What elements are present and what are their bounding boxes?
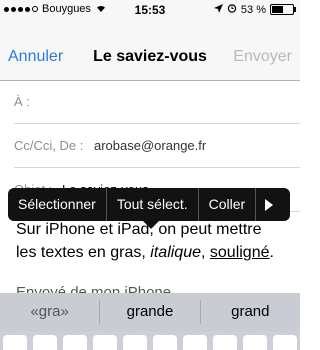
predictive-bar: «gra» grande grand [0, 293, 300, 331]
period: . [269, 244, 274, 261]
keyboard-key[interactable] [93, 335, 117, 350]
body-line-2-prefix: les textes en gras, [16, 244, 151, 261]
select-menu-item[interactable]: Sélectionner [8, 188, 106, 221]
menu-divider [255, 188, 257, 221]
send-button[interactable]: Envoyer [233, 48, 292, 66]
keyboard-key[interactable] [33, 335, 57, 350]
keyboard-key[interactable] [153, 335, 177, 350]
edit-menu-popup: Sélectionner Tout sélect. Coller [8, 188, 290, 221]
keyboard-key[interactable] [213, 335, 237, 350]
to-field[interactable]: À : [14, 80, 300, 124]
location-arrow-icon [213, 3, 223, 16]
keyboard-key[interactable] [63, 335, 87, 350]
popup-tail [143, 221, 159, 229]
keyboard-key[interactable] [183, 335, 207, 350]
comma: , [201, 244, 210, 261]
suggestion-2[interactable]: grande [100, 293, 199, 331]
battery-percent: 53 % [240, 3, 266, 16]
body-line-2: les textes en gras, italique, souligné. [16, 241, 291, 264]
alarm-icon [227, 3, 237, 16]
underlined-word: souligné [209, 244, 270, 261]
suggestion-3[interactable]: grand [201, 293, 300, 331]
to-label: À : [14, 94, 30, 109]
battery-fill [272, 6, 283, 13]
battery-icon [270, 4, 296, 15]
cc-from-label: Cc/Cci, De : [14, 138, 84, 153]
cc-from-field[interactable]: Cc/Cci, De : arobase@orange.fr [14, 124, 300, 168]
select-all-menu-item[interactable]: Tout sélect. [107, 188, 198, 221]
compose-nav-bar: Annuler Le saviez-vous Envoyer [0, 20, 300, 81]
cancel-button[interactable]: Annuler [8, 48, 63, 66]
paste-menu-item[interactable]: Coller [199, 188, 256, 221]
from-address: arobase@orange.fr [94, 138, 207, 153]
keyboard: «gra» grande grand [0, 293, 300, 350]
suggestion-1[interactable]: «gra» [0, 293, 99, 331]
keyboard-key[interactable] [123, 335, 147, 350]
key-row [3, 335, 297, 350]
keyboard-key[interactable] [3, 335, 27, 350]
status-right: 53 % [213, 3, 296, 16]
more-arrow-icon[interactable] [265, 198, 274, 211]
keyboard-key[interactable] [273, 335, 297, 350]
italic-word: italique [150, 244, 201, 261]
keyboard-key[interactable] [243, 335, 267, 350]
status-bar: Bouygues 15:53 53 % [0, 0, 300, 20]
